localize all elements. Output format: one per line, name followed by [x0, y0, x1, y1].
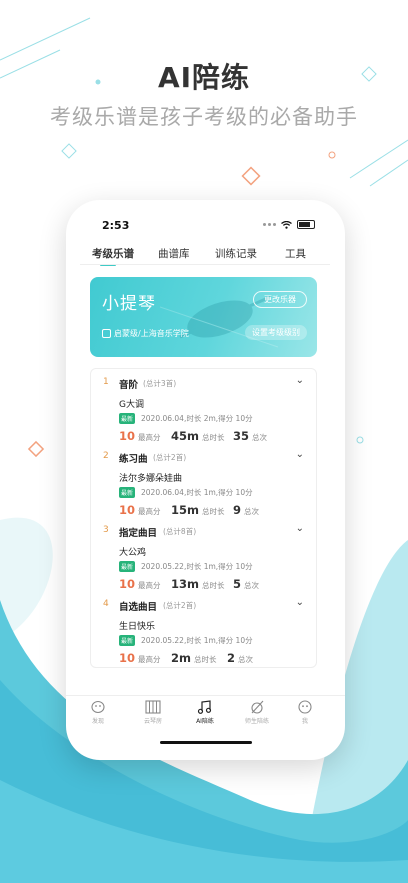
- total-times: 35: [233, 429, 250, 443]
- total-times-label: 总次: [244, 581, 260, 590]
- total-times-label: 总次: [252, 433, 268, 442]
- battery-icon: [297, 220, 315, 229]
- bottom-nav: 发现 云琴房 AI陪练 师生陪练 我: [66, 695, 345, 729]
- total-duration-label: 总时长: [194, 655, 217, 664]
- change-instrument-button[interactable]: 更改乐器: [253, 291, 307, 308]
- nav-item-ai-practice[interactable]: AI陪练: [185, 700, 225, 725]
- tab-score-library[interactable]: 曲谱库: [158, 246, 190, 261]
- signal-icon: [263, 223, 276, 226]
- nav-label: AI陪练: [196, 718, 214, 725]
- nav-label: 云琴房: [143, 718, 162, 725]
- discover-icon: [91, 700, 105, 714]
- new-badge: 最新: [119, 635, 136, 646]
- phone-frame: 2:53 考级乐谱 曲谱库 训练记录 工具 小提琴 更改乐器 启蒙级/上海音乐学: [66, 200, 345, 760]
- total-duration-label: 总时长: [202, 507, 225, 516]
- status-icons: [263, 220, 315, 229]
- best-score-label: 最高分: [138, 433, 161, 442]
- section-number: 1: [103, 377, 109, 387]
- instrument-banner: 小提琴 更改乐器 启蒙级/上海音乐学院 设置考级级别: [90, 277, 317, 357]
- song-name[interactable]: 大公鸡: [119, 545, 146, 558]
- song-meta: 2020.05.22,时长 1m,得分 10分: [141, 636, 253, 645]
- practice-list: 1 音阶 (总计3首) ⌄ G大调 最新 2020.06.04,时长 2m,得分…: [90, 368, 317, 668]
- section-count: (总计8首): [163, 527, 197, 536]
- song-name[interactable]: 法尔多娜朵娃曲: [119, 471, 182, 484]
- nav-item-teacher-practice[interactable]: 师生陪练: [237, 700, 277, 725]
- best-score: 10: [119, 577, 136, 591]
- home-indicator: [160, 741, 252, 744]
- total-times-label: 总次: [244, 507, 260, 516]
- total-duration: 45m: [171, 429, 199, 443]
- tabs-divider: [80, 264, 330, 265]
- list-item[interactable]: 1 音阶 (总计3首) ⌄ G大调 最新 2020.06.04,时长 2m,得分…: [91, 375, 316, 451]
- new-badge: 最新: [119, 413, 136, 424]
- level-info: 启蒙级/上海音乐学院: [102, 328, 189, 339]
- level-info-text: 启蒙级/上海音乐学院: [114, 329, 189, 338]
- total-times: 5: [233, 577, 242, 591]
- nav-label: 我: [301, 718, 308, 725]
- song-name[interactable]: G大调: [119, 397, 144, 410]
- tab-exam-scores[interactable]: 考级乐谱: [92, 246, 134, 261]
- section-number: 2: [103, 451, 109, 461]
- section-title: 指定曲目: [119, 528, 158, 539]
- profile-icon: [298, 700, 312, 714]
- total-times: 9: [233, 503, 242, 517]
- status-time: 2:53: [102, 219, 130, 232]
- nav-item-piano-room[interactable]: 云琴房: [133, 700, 173, 725]
- song-meta: 2020.06.04,时长 1m,得分 10分: [141, 488, 253, 497]
- best-score-label: 最高分: [138, 581, 161, 590]
- section-title: 练习曲: [119, 454, 148, 465]
- total-times: 2: [227, 651, 236, 665]
- total-duration: 2m: [171, 651, 191, 665]
- total-duration: 15m: [171, 503, 199, 517]
- list-item[interactable]: 2 练习曲 (总计2首) ⌄ 法尔多娜朵娃曲 最新 2020.06.04,时长 …: [91, 449, 316, 525]
- nav-label: 师生陪练: [244, 718, 269, 725]
- chevron-down-icon[interactable]: ⌄: [296, 523, 304, 534]
- best-score-label: 最高分: [138, 507, 161, 516]
- list-item[interactable]: 3 指定曲目 (总计8首) ⌄ 大公鸡 最新 2020.05.22,时长 1m,…: [91, 523, 316, 599]
- new-badge: 最新: [119, 561, 136, 572]
- nav-item-discover[interactable]: 发现: [78, 700, 118, 725]
- section-count: (总计2首): [163, 601, 197, 610]
- section-title: 自选曲目: [119, 602, 158, 613]
- tab-tools[interactable]: 工具: [285, 246, 306, 261]
- list-item[interactable]: 4 自选曲目 (总计2首) ⌄ 生日快乐 最新 2020.05.22,时长 1m…: [91, 597, 316, 673]
- status-bar: 2:53: [66, 214, 345, 232]
- best-score: 10: [119, 503, 136, 517]
- song-meta: 2020.05.22,时长 1m,得分 10分: [141, 562, 253, 571]
- page-subtitle: 考级乐谱是孩子考级的必备助手: [50, 105, 358, 129]
- page-headline: AI陪练: [157, 61, 251, 94]
- violin-icon: [160, 295, 279, 348]
- chevron-down-icon[interactable]: ⌄: [296, 597, 304, 608]
- total-duration-label: 总时长: [202, 433, 225, 442]
- section-number: 4: [103, 599, 109, 609]
- section-count: (总计3首): [143, 379, 177, 388]
- section-count: (总计2首): [153, 453, 187, 462]
- section-title: 音阶: [119, 380, 139, 391]
- nav-label: 发现: [91, 718, 104, 725]
- instrument-name: 小提琴: [102, 294, 156, 314]
- section-number: 3: [103, 525, 109, 535]
- institution-icon: [102, 329, 111, 338]
- nav-item-me[interactable]: 我: [285, 700, 325, 725]
- song-name[interactable]: 生日快乐: [119, 619, 155, 632]
- best-score: 10: [119, 651, 136, 665]
- piano-icon: [145, 700, 161, 714]
- best-score: 10: [119, 429, 136, 443]
- total-duration-label: 总时长: [202, 581, 225, 590]
- best-score-label: 最高分: [138, 655, 161, 664]
- set-level-button[interactable]: 设置考级级别: [245, 325, 307, 340]
- music-note-icon: [197, 700, 212, 714]
- new-badge: 最新: [119, 487, 136, 498]
- teacher-icon: [251, 700, 264, 714]
- tab-training-records[interactable]: 训练记录: [215, 246, 257, 261]
- total-times-label: 总次: [238, 655, 254, 664]
- chevron-down-icon[interactable]: ⌄: [296, 449, 304, 460]
- wifi-icon: [281, 220, 292, 229]
- song-meta: 2020.06.04,时长 2m,得分 10分: [141, 414, 253, 423]
- chevron-down-icon[interactable]: ⌄: [296, 375, 304, 386]
- total-duration: 13m: [171, 577, 199, 591]
